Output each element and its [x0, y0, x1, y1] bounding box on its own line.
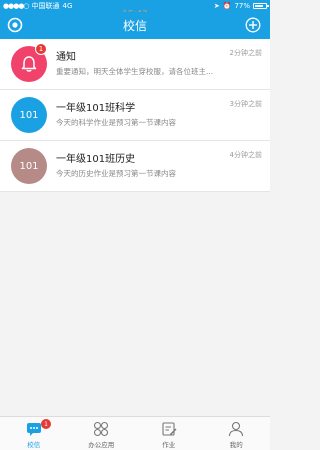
conversation-preview: 今天的科学作业是预习第一节课内容: [56, 118, 176, 127]
edit-icon: [162, 422, 177, 436]
tab-label: 作业: [162, 441, 176, 449]
class-avatar: 101: [11, 148, 47, 184]
conversation-name: 一年级101班历史: [56, 154, 136, 165]
conversation-time: 2分钟之前: [229, 49, 262, 57]
tab-label: 我的: [229, 441, 243, 449]
bottom-tab-bar: 1 校信 办公应用 作业 我的: [0, 416, 270, 450]
conversation-name: 一年级101班科学: [56, 103, 136, 114]
tab-label: 校信: [27, 441, 41, 449]
add-icon[interactable]: [245, 17, 261, 33]
class-avatar: 101: [11, 97, 47, 133]
conversation-item-notice[interactable]: 1 通知 2分钟之前 重要通知，明天全体学生穿校服，请各位班主...: [0, 39, 270, 90]
conversation-name: 通知: [56, 52, 76, 63]
conversation-item-science[interactable]: 101 一年级101班科学 3分钟之前 今天的科学作业是预习第一节课内容: [0, 90, 270, 141]
tab-messages[interactable]: 1 校信: [0, 417, 68, 450]
app-header: 校信: [0, 12, 270, 39]
camera-icon[interactable]: [7, 17, 23, 33]
tab-office-apps[interactable]: 办公应用: [68, 417, 136, 450]
tab-unread-badge: 1: [41, 419, 51, 429]
conversation-time: 3分钟之前: [229, 100, 262, 108]
conversation-item-history[interactable]: 101 一年级101班历史 4分钟之前 今天的历史作业是预习第一节课内容: [0, 141, 270, 192]
conversation-preview: 重要通知，明天全体学生穿校服，请各位班主...: [56, 67, 214, 76]
conversation-time: 4分钟之前: [229, 151, 262, 159]
conversation-list: 1 通知 2分钟之前 重要通知，明天全体学生穿校服，请各位班主... 101 一…: [0, 39, 270, 192]
page-title: 校信: [122, 19, 147, 33]
tab-label: 办公应用: [88, 441, 115, 449]
chat-icon: [26, 423, 41, 436]
conversation-preview: 今天的历史作业是预习第一节课内容: [56, 169, 176, 178]
user-icon: [229, 421, 244, 437]
tab-profile[interactable]: 我的: [203, 417, 271, 450]
bell-icon: [21, 56, 37, 72]
battery-icon: [253, 3, 269, 9]
unread-badge: 1: [35, 43, 47, 55]
tab-homework[interactable]: 作业: [135, 417, 203, 450]
status-bar: ●●●●○ 中国联通 4G 15:43 ➤ ⏰ 77%: [0, 0, 270, 18]
apps-icon: [94, 421, 109, 437]
